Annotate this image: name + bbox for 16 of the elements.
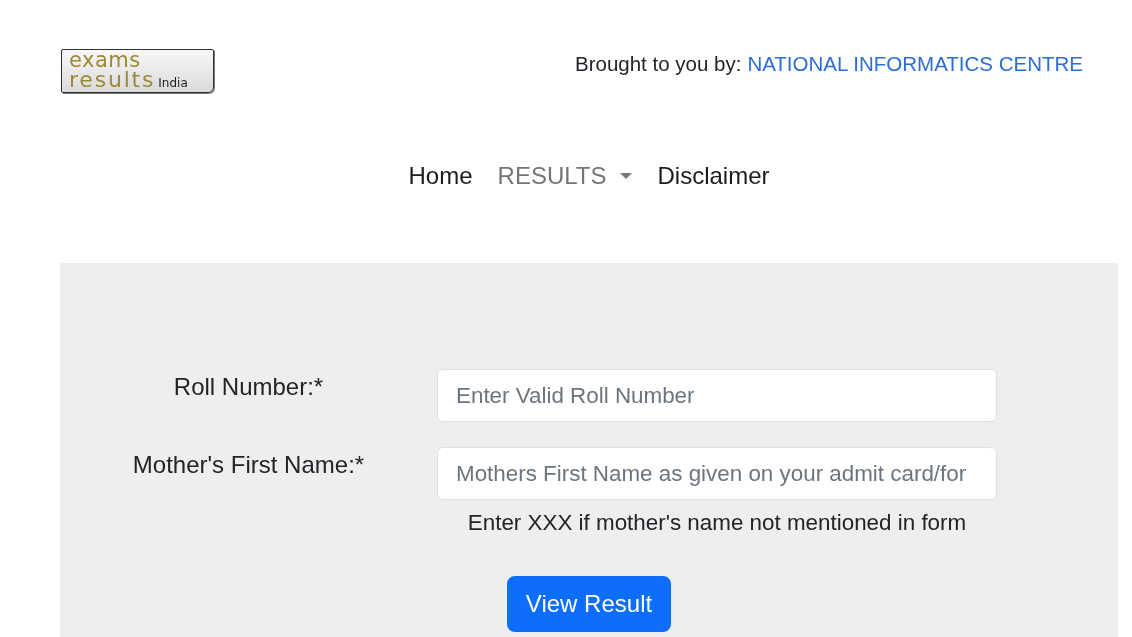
logo-text: India xyxy=(158,76,188,90)
nav-link[interactable]: Disclaimer xyxy=(657,162,770,190)
field-label: Roll Number:* xyxy=(173,372,324,401)
view-result-button[interactable]: View Result xyxy=(507,576,671,632)
caret-icon xyxy=(620,173,633,179)
text-input[interactable]: Enter Valid Roll Number xyxy=(437,369,997,422)
field-label: Mother's First Name:* xyxy=(132,450,365,479)
site-logo[interactable]: exams results India xyxy=(61,49,214,93)
logo-text: exams xyxy=(69,51,141,69)
text-input[interactable]: Mothers First Name as given on your admit card/for xyxy=(437,447,997,500)
logo-text: results xyxy=(69,69,156,90)
hint-text: Enter XXX if mother's name not mentioned in form xyxy=(467,511,967,535)
credit-text: Brought to you by: xyxy=(575,52,742,76)
nav-link[interactable]: Home xyxy=(408,162,473,190)
results-dropdown[interactable]: RESULTS xyxy=(497,162,633,190)
nic-link[interactable]: NATIONAL INFORMATICS CENTRE xyxy=(747,52,1083,76)
